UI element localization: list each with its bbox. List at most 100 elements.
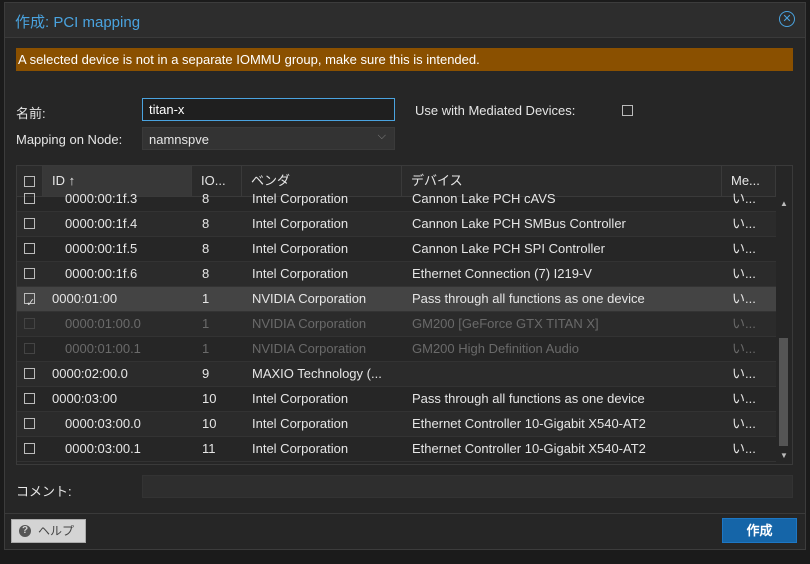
cell-id: 0000:00:1f.5 [65, 241, 138, 256]
row-checkbox-cell [17, 212, 43, 236]
cell-iommu: 8 [202, 266, 210, 281]
cell-device: Ethernet Controller 10-Gigabit X540-AT2 [412, 416, 646, 431]
cell-vendor: NVIDIA Corporation [252, 316, 367, 331]
table-row[interactable]: 0000:00:1f.3 8 Intel Corporation Cannon Lak… [17, 187, 776, 212]
scroll-thumb[interactable] [779, 338, 788, 446]
table-row: 0000:01:00.0 1 NVIDIA Corporation GM200 [Ge… [17, 312, 776, 337]
cell-iommu: 8 [202, 241, 210, 256]
row-checkbox [24, 343, 35, 354]
cell-vendor: Intel Corporation [252, 391, 349, 406]
row-checkbox[interactable] [24, 218, 35, 229]
cell-vendor: Intel Corporation [252, 241, 349, 256]
cell-mdev: い... [732, 241, 756, 256]
cell-mdev: い... [732, 416, 756, 431]
cell-vendor: Intel Corporation [252, 266, 349, 281]
row-checkbox[interactable] [24, 368, 35, 379]
table-row[interactable]: 0000:00:1f.4 8 Intel Corporation Cannon Lak… [17, 212, 776, 237]
comment-label: コメント: [16, 484, 72, 499]
select-all-checkbox[interactable] [24, 176, 35, 187]
name-label: 名前: [16, 106, 46, 121]
cell-device: GM200 [GeForce GTX TITAN X] [412, 316, 599, 331]
help-icon: ? [19, 525, 31, 537]
row-checkbox-cell [17, 387, 43, 411]
cell-iommu: 11 [202, 441, 216, 456]
cell-iommu: 1 [202, 291, 210, 306]
cell-id: 0000:01:00.0 [65, 316, 141, 331]
table-row[interactable]: 0000:03:00.0 10 Intel Corporation Ethernet … [17, 412, 776, 437]
row-checkbox-cell [17, 237, 43, 261]
table-row[interactable]: 0000:02:00.0 9 MAXIO Technology (... い... [17, 362, 776, 387]
cell-device [412, 362, 717, 386]
row-checkbox-cell [17, 312, 43, 336]
table-row[interactable]: ✓ 0000:01:00 1 NVIDIA Corporation Pass throu… [17, 287, 776, 312]
row-checkbox[interactable] [24, 243, 35, 254]
cell-device: Cannon Lake PCH SPI Controller [412, 241, 605, 256]
cell-iommu: 10 [202, 416, 217, 431]
grid-scrollbar[interactable]: ▲ ▼ [776, 196, 792, 464]
node-label: Mapping on Node: [16, 132, 123, 147]
scroll-down-icon[interactable]: ▼ [780, 451, 788, 460]
row-checkbox-cell [17, 262, 43, 286]
create-button[interactable]: 作成 [722, 518, 797, 543]
row-checkbox[interactable] [24, 443, 35, 454]
cell-mdev: い... [732, 341, 756, 356]
chevron-down-icon: ⌵ [377, 130, 386, 142]
cell-vendor: Intel Corporation [252, 441, 349, 456]
name-input[interactable] [142, 98, 395, 121]
cell-mdev: い... [732, 391, 756, 406]
dialog-titlebar: 作成: PCI mapping ✕ [5, 3, 805, 38]
cell-mdev: い... [732, 291, 756, 306]
table-row: 0000:01:00.1 1 NVIDIA Corporation GM200 Hig… [17, 337, 776, 362]
cell-mdev: い... [732, 441, 756, 456]
cell-id: 0000:03:00 [52, 391, 118, 406]
mediated-devices-label: Use with Mediated Devices: [415, 103, 576, 118]
row-checkbox[interactable] [24, 193, 35, 204]
row-checkbox-cell [17, 412, 43, 436]
cell-id: 0000:01:00.1 [65, 341, 141, 356]
dialog-footer: ? ヘルプ 作成 [5, 513, 805, 549]
cell-iommu: 9 [202, 366, 210, 381]
cell-id: 0000:02:00.0 [52, 366, 128, 381]
pci-device-grid: ID ↑ IO... ベンダ デバイス Me... 0000:00:1f.3 8 I… [16, 165, 793, 465]
table-row[interactable]: 0000:00:1f.5 8 Intel Corporation Cannon Lak… [17, 237, 776, 262]
dialog-title: 作成: PCI mapping [15, 14, 141, 31]
cell-id: 0000:00:1f.3 [65, 191, 138, 206]
cell-device: GM200 High Definition Audio [412, 341, 579, 356]
cell-id: 0000:01:00 [52, 291, 118, 306]
table-row[interactable]: 0000:03:00.1 11 Intel Corporation Ethernet … [17, 437, 776, 462]
cell-vendor: MAXIO Technology (... [252, 366, 382, 381]
cell-mdev: い... [732, 266, 756, 281]
cell-id: 0000:03:00.0 [65, 416, 141, 431]
cell-vendor: Intel Corporation [252, 216, 349, 231]
row-checkbox[interactable] [24, 418, 35, 429]
row-checkbox[interactable] [24, 393, 35, 404]
scroll-up-icon[interactable]: ▲ [780, 199, 788, 208]
cell-iommu: 10 [202, 391, 217, 406]
node-select-value: namnspve [149, 132, 209, 147]
comment-input[interactable] [142, 475, 793, 498]
cell-device: Pass through all functions as one device [412, 291, 645, 306]
cell-device: Cannon Lake PCH SMBus Controller [412, 216, 626, 231]
cell-vendor: NVIDIA Corporation [252, 341, 367, 356]
table-row[interactable]: 0000:03:00 10 Intel Corporation Pass throug… [17, 387, 776, 412]
cell-id: 0000:00:1f.6 [65, 266, 138, 281]
row-checkbox-cell [17, 437, 43, 461]
close-icon[interactable]: ✕ [779, 11, 795, 27]
row-checkbox [24, 318, 35, 329]
cell-iommu: 1 [202, 316, 210, 331]
row-checkbox[interactable] [24, 268, 35, 279]
help-button[interactable]: ? ヘルプ [11, 519, 86, 543]
cell-iommu: 1 [202, 341, 210, 356]
row-checkbox[interactable]: ✓ [24, 293, 35, 309]
cell-iommu: 8 [202, 216, 210, 231]
cell-vendor: NVIDIA Corporation [252, 291, 367, 306]
node-select[interactable]: namnspve ⌵ [142, 127, 395, 150]
cell-mdev: い... [732, 316, 756, 331]
cell-mdev: い... [732, 216, 756, 231]
cell-id: 0000:03:00.1 [65, 441, 141, 456]
row-checkbox-cell [17, 337, 43, 361]
cell-mdev: い... [732, 191, 756, 206]
table-row[interactable]: 0000:00:1f.6 8 Intel Corporation Ethernet C… [17, 262, 776, 287]
mediated-devices-checkbox[interactable] [622, 105, 633, 116]
cell-vendor: Intel Corporation [252, 191, 349, 206]
